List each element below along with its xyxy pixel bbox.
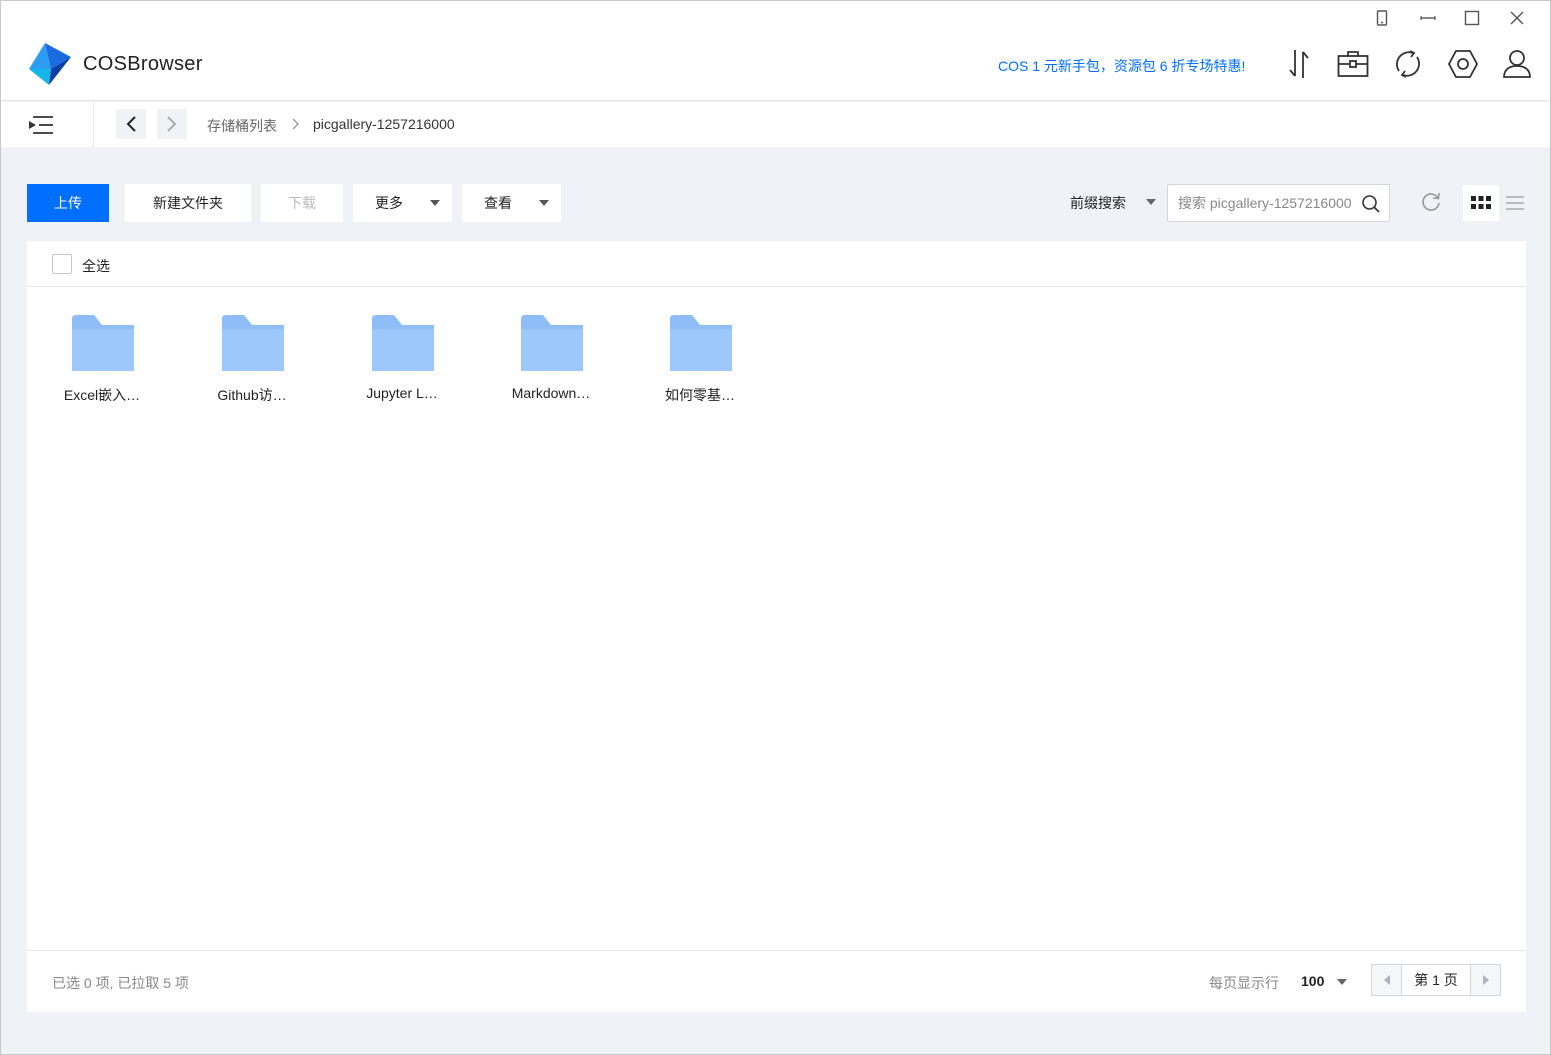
list-item[interactable]: Github访… [192, 315, 312, 415]
search-box [1167, 184, 1390, 222]
next-icon [1482, 975, 1489, 985]
file-panel: 全选 Excel嵌入… Github访… Jupyter L… Markdown… [27, 241, 1526, 1012]
promo-link[interactable]: COS 1 元新手包，资源包 6 折专场特惠! [998, 56, 1245, 76]
search-icon[interactable] [1361, 194, 1381, 214]
selection-status: 已选 0 项, 已拉取 5 项 [52, 975, 189, 991]
toolbox-icon[interactable] [1336, 47, 1370, 81]
app-window: COSBrowser COS 1 元新手包，资源包 6 折专场特惠! 存储桶列表… [0, 0, 1551, 1055]
select-all-checkbox[interactable] [52, 254, 72, 274]
settings-icon[interactable] [1446, 47, 1480, 81]
folder-icon [72, 315, 134, 371]
chevron-right-icon [167, 116, 177, 132]
more-dropdown[interactable]: 更多 [353, 184, 452, 222]
rows-per-page-select[interactable]: 100 [1301, 973, 1324, 989]
grid-icon [1471, 196, 1491, 209]
more-label: 更多 [375, 195, 403, 211]
view-dropdown[interactable]: 查看 [462, 184, 561, 222]
app-title: COSBrowser [83, 53, 203, 75]
chevron-left-icon [126, 116, 136, 132]
grid-view-button[interactable] [1463, 185, 1499, 221]
list-item[interactable]: Markdown… [491, 315, 611, 415]
folder-icon [521, 315, 583, 371]
sidebar-toggle-icon[interactable] [27, 114, 55, 136]
caret-down-icon[interactable] [1337, 979, 1347, 985]
forward-button[interactable] [157, 109, 187, 139]
next-page-button[interactable] [1470, 965, 1500, 995]
upload-button[interactable]: 上传 [27, 184, 109, 222]
panel-footer: 已选 0 项, 已拉取 5 项 每页显示行 100 第 1 页 [27, 950, 1526, 1012]
prev-icon [1383, 975, 1390, 985]
folder-icon [670, 315, 732, 371]
breadcrumb: 存储桶列表 picgallery-1257216000 [1, 102, 1550, 147]
list-item[interactable]: 如何零基… [640, 315, 760, 415]
list-item[interactable]: Excel嵌入… [42, 315, 162, 415]
item-name: Excel嵌入… [63, 387, 141, 403]
minimize-icon[interactable] [1417, 7, 1439, 29]
item-name: Github访… [217, 387, 287, 403]
transfer-icon[interactable] [1282, 47, 1316, 81]
select-all-row: 全选 [27, 241, 1526, 287]
download-button[interactable]: 下载 [261, 184, 343, 222]
file-grid: Excel嵌入… Github访… Jupyter L… Markdown… 如… [27, 287, 1526, 950]
sync-icon[interactable] [1391, 47, 1425, 81]
new-folder-button[interactable]: 新建文件夹 [125, 184, 251, 222]
breadcrumb-current: picgallery-1257216000 [313, 116, 455, 132]
list-icon [1506, 196, 1524, 210]
pagination: 第 1 页 [1371, 964, 1501, 996]
list-view-button[interactable] [1502, 185, 1528, 221]
close-icon[interactable] [1506, 7, 1528, 29]
view-label: 查看 [484, 195, 512, 211]
header: COSBrowser COS 1 元新手包，资源包 6 折专场特惠! [1, 1, 1550, 101]
back-button[interactable] [116, 109, 146, 139]
item-name: 如何零基… [665, 387, 735, 403]
folder-icon [372, 315, 434, 371]
caret-down-icon [430, 200, 440, 206]
prev-page-button[interactable] [1372, 965, 1402, 995]
breadcrumb-separator-icon [292, 118, 299, 130]
caret-down-icon [539, 200, 549, 206]
rows-per-page-label: 每页显示行 [1209, 975, 1279, 991]
current-page: 第 1 页 [1414, 972, 1458, 988]
list-item[interactable]: Jupyter L… [342, 315, 462, 415]
maximize-icon[interactable] [1461, 7, 1483, 29]
user-icon[interactable] [1500, 47, 1534, 81]
mobile-icon[interactable] [1371, 7, 1393, 29]
item-name: Markdown… [511, 385, 591, 401]
search-input[interactable] [1168, 185, 1358, 221]
select-all-label[interactable]: 全选 [82, 256, 110, 276]
prefix-search-dropdown[interactable]: 前缀搜索 [1070, 193, 1126, 213]
nav-divider [93, 102, 94, 147]
folder-icon [222, 315, 284, 371]
refresh-icon[interactable] [1420, 191, 1442, 213]
item-name: Jupyter L… [366, 385, 438, 401]
breadcrumb-root[interactable]: 存储桶列表 [207, 116, 277, 136]
caret-down-icon[interactable] [1146, 199, 1156, 205]
cosbrowser-logo [29, 43, 71, 85]
